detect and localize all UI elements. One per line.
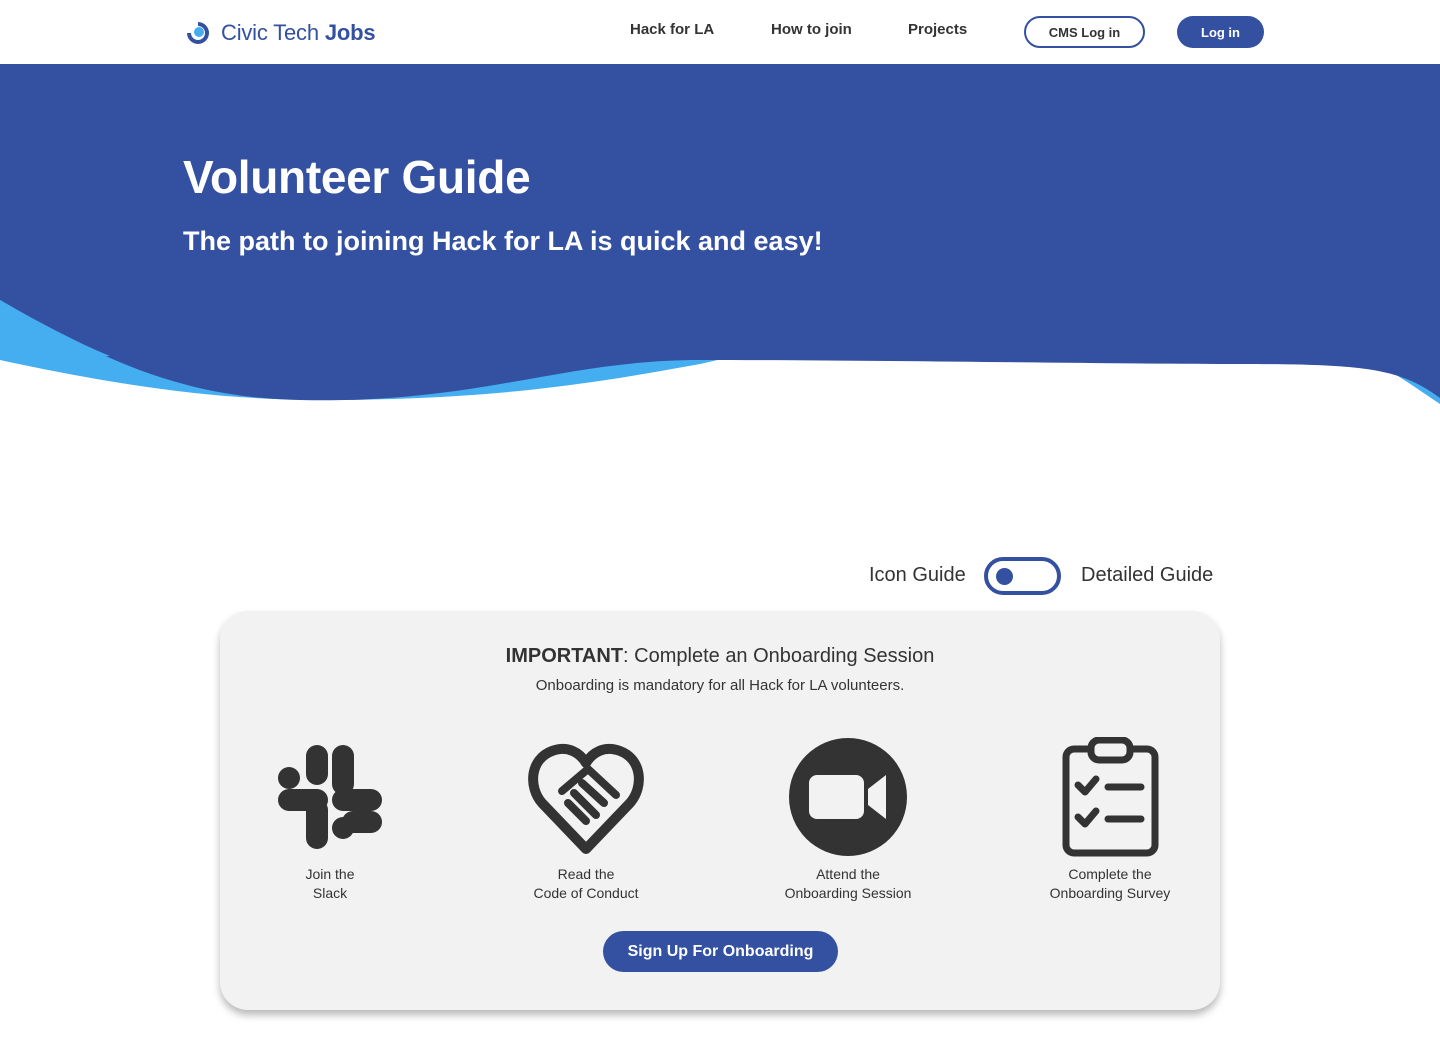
slack-icon xyxy=(278,745,382,849)
step-label-line2: Onboarding Session xyxy=(784,885,912,901)
toggle-label-detailed-guide[interactable]: Detailed Guide xyxy=(1081,564,1213,587)
step-label-line1: Read the xyxy=(557,866,615,882)
toggle-knob xyxy=(996,568,1013,585)
video-camera-icon xyxy=(789,738,907,856)
page-subtitle: The path to joining Hack for LA is quick… xyxy=(183,226,823,256)
logo-word-jobs: Jobs xyxy=(324,20,376,45)
toggle-label-icon-guide[interactable]: Icon Guide xyxy=(869,564,966,587)
step-label-line1: Join the xyxy=(305,866,355,882)
cms-login-button[interactable]: CMS Log in xyxy=(1024,16,1145,48)
nav-link-projects[interactable]: Projects xyxy=(908,21,967,38)
clipboard-checklist-icon xyxy=(1062,737,1159,857)
logo-word-civic-tech: Civic Tech xyxy=(221,20,319,45)
card-heading-text: : Complete an Onboarding Session xyxy=(623,645,935,667)
step-join-slack[interactable]: Join the Slack xyxy=(220,737,440,901)
step-attend-onboarding[interactable]: Attend the Onboarding Session xyxy=(738,737,958,901)
step-label-line2: Slack xyxy=(312,885,348,901)
guide-view-toggle[interactable] xyxy=(984,557,1061,595)
top-navbar: Civic Tech Jobs Hack for LA How to join P… xyxy=(0,0,1440,64)
handshake-heart-icon xyxy=(528,743,644,854)
civic-tech-jobs-logo[interactable]: Civic Tech Jobs xyxy=(184,18,376,48)
step-complete-survey[interactable]: Complete the Onboarding Survey xyxy=(1000,737,1220,901)
sign-up-onboarding-button[interactable]: Sign Up For Onboarding xyxy=(603,931,838,972)
card-heading-important: IMPORTANT xyxy=(505,645,624,667)
login-button[interactable]: Log in xyxy=(1177,16,1264,48)
step-label-line1: Attend the xyxy=(816,866,880,882)
onboarding-card: IMPORTANT: Complete an Onboarding Sessio… xyxy=(220,611,1220,1010)
nav-link-how-to-join[interactable]: How to join xyxy=(771,21,852,38)
step-label-line2: Code of Conduct xyxy=(533,885,639,901)
hero-banner: Volunteer Guide The path to joining Hack… xyxy=(0,64,1440,409)
card-subheading: Onboarding is mandatory for all Hack for… xyxy=(535,677,905,694)
step-label-line1: Complete the xyxy=(1068,866,1152,882)
step-code-of-conduct[interactable]: Read the Code of Conduct xyxy=(476,737,696,901)
card-heading: IMPORTANT: Complete an Onboarding Sessio… xyxy=(220,645,1220,668)
page-title: Volunteer Guide xyxy=(183,151,531,203)
nav-link-hack-for-la[interactable]: Hack for LA xyxy=(630,21,714,38)
step-label-line2: Onboarding Survey xyxy=(1049,885,1171,901)
logo-mark-icon xyxy=(187,22,209,44)
